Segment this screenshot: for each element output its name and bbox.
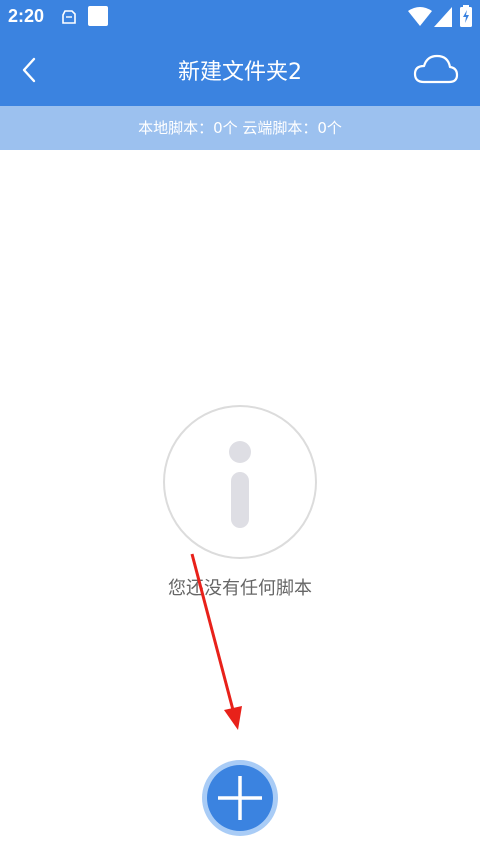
script-count-text: 本地脚本：0个 云端脚本：0个 bbox=[138, 119, 342, 137]
plus-icon bbox=[202, 760, 278, 836]
script-count-bar: 本地脚本：0个 云端脚本：0个 bbox=[0, 106, 480, 150]
signal-icon bbox=[434, 7, 452, 27]
cloud-button[interactable] bbox=[412, 50, 460, 90]
wifi-icon bbox=[408, 7, 432, 26]
empty-message: 您还没有任何脚本 bbox=[168, 578, 312, 599]
status-time: 2:20 bbox=[8, 6, 45, 26]
app-header: 新建文件夹2 bbox=[0, 34, 480, 106]
page-title: 新建文件夹2 bbox=[178, 60, 302, 85]
status-bar: 2:20 bbox=[0, 0, 480, 34]
notification-icon bbox=[62, 10, 76, 24]
cloud-icon bbox=[413, 54, 459, 84]
info-icon bbox=[163, 405, 317, 559]
add-script-button[interactable] bbox=[200, 758, 280, 838]
battery-charging-icon bbox=[460, 5, 472, 27]
app-square-icon bbox=[88, 6, 108, 26]
